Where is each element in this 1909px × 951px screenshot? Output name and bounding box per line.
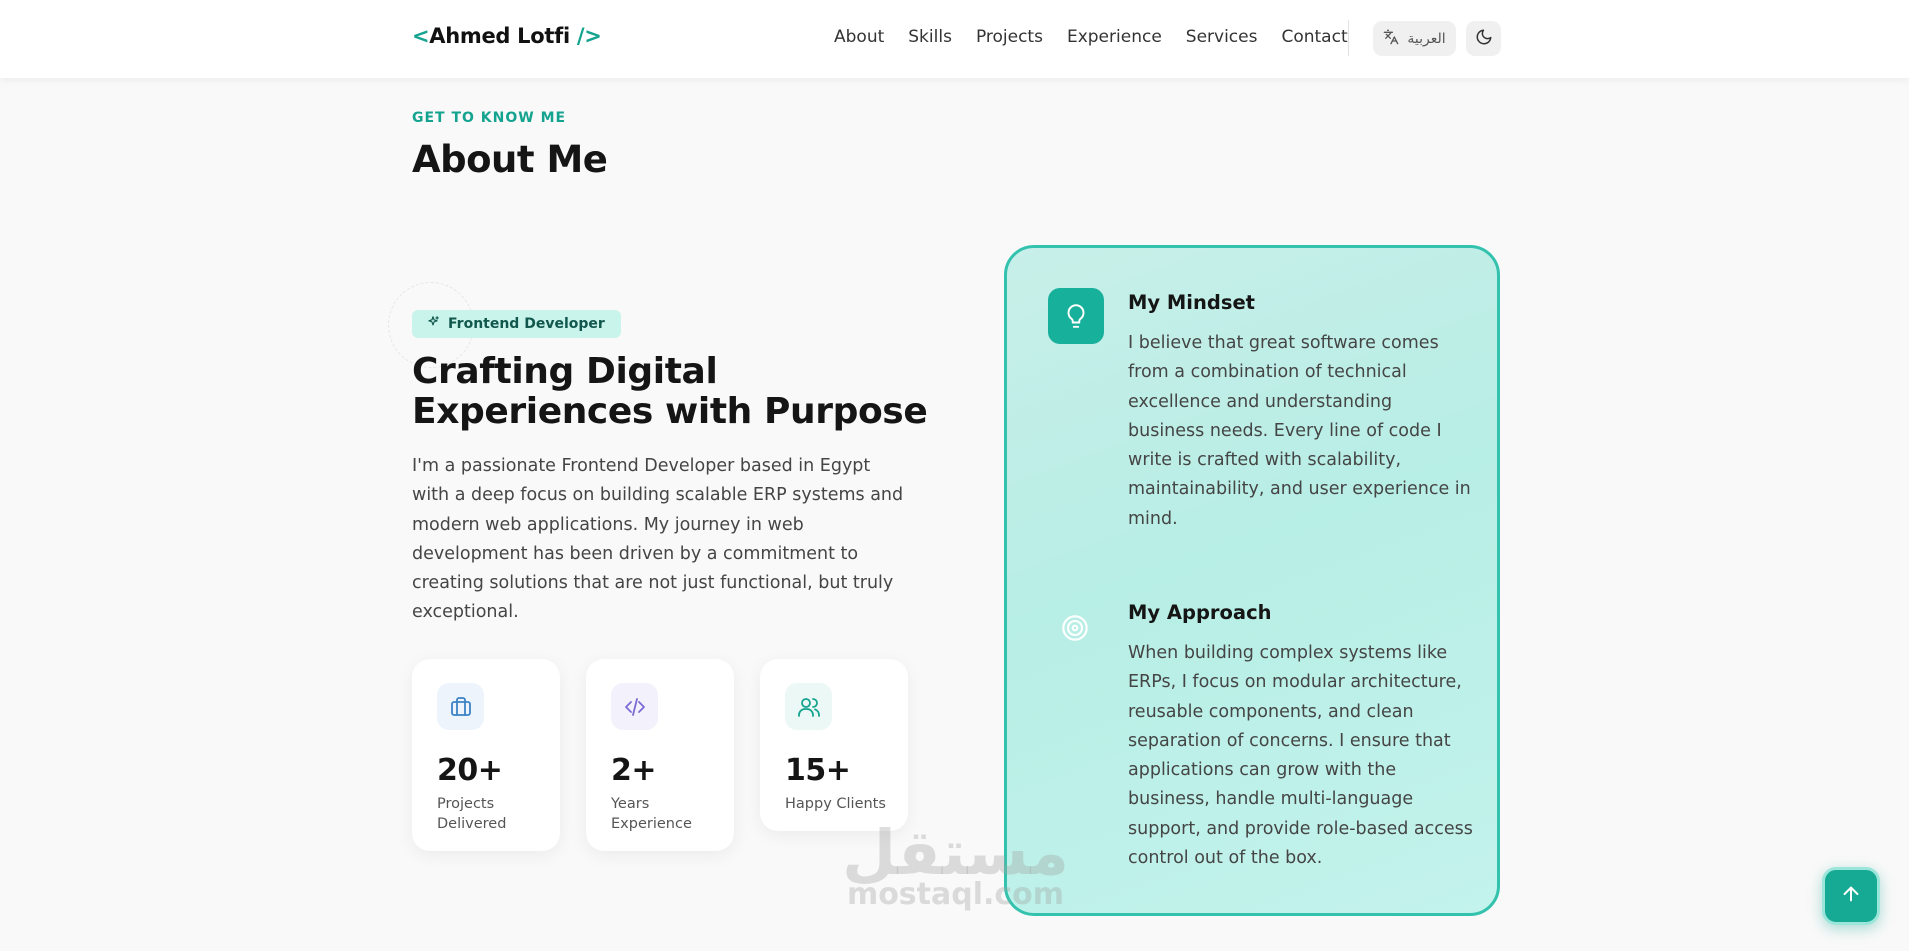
approach-title: My Approach [1128, 601, 1272, 624]
logo-close-bracket: /> [569, 24, 602, 48]
stat-value: 20+ [437, 753, 503, 788]
logo-name: Ahmed Lotfi [429, 24, 570, 48]
hero-headline: Crafting Digital Experiences with Purpos… [412, 351, 928, 432]
lightbulb-icon [1048, 288, 1104, 344]
arrow-up-icon [1840, 883, 1862, 909]
theme-toggle-button[interactable] [1466, 21, 1501, 56]
stat-label: Projects Delivered [437, 796, 507, 832]
section-eyebrow: GET TO KNOW ME [412, 110, 567, 126]
stat-card-experience: 2+ Years Experience [586, 659, 734, 851]
header-divider [1348, 20, 1349, 56]
main-nav: About Skills Projects Experience Service… [834, 27, 1372, 47]
nav-experience[interactable]: Experience [1067, 27, 1162, 47]
stat-value: 2+ [611, 753, 657, 788]
moon-icon [1475, 28, 1493, 50]
nav-projects[interactable]: Projects [976, 27, 1043, 47]
role-badge-label: Frontend Developer [448, 316, 605, 332]
nav-contact[interactable]: Contact [1281, 27, 1347, 47]
watermark: مستقل mostaql.com [838, 820, 1073, 910]
section-title: About Me [412, 138, 608, 181]
nav-skills[interactable]: Skills [908, 27, 952, 47]
scroll-to-top-button[interactable] [1822, 867, 1880, 925]
stat-label: Years Experience [611, 796, 692, 832]
target-icon [1060, 613, 1090, 643]
users-icon [785, 683, 832, 730]
language-label: العربية [1407, 30, 1446, 47]
nav-about[interactable]: About [834, 27, 884, 47]
hero-description: I'm a passionate Frontend Developer base… [412, 456, 904, 623]
site-header: <Ahmed Lotfi /> About Skills Projects Ex… [0, 0, 1909, 78]
mindset-text: I believe that great software comes from… [1128, 333, 1471, 529]
stat-card-projects: 20+ Projects Delivered [412, 659, 560, 851]
sparkles-icon [426, 315, 440, 333]
nav-services[interactable]: Services [1186, 27, 1258, 47]
stat-card-clients: 15+ Happy Clients [760, 659, 908, 831]
approach-text: When building complex systems like ERPs,… [1128, 643, 1473, 869]
role-badge: Frontend Developer [412, 310, 621, 338]
watermark-latin: mostaql.com [846, 877, 1065, 912]
mindset-title: My Mindset [1128, 291, 1255, 314]
stat-label: Happy Clients [785, 796, 886, 812]
stat-value: 15+ [785, 753, 851, 788]
briefcase-icon [437, 683, 484, 730]
logo[interactable]: <Ahmed Lotfi /> [412, 24, 602, 48]
translate-icon [1383, 29, 1399, 49]
logo-open-bracket: < [412, 24, 430, 48]
language-toggle-button[interactable]: العربية [1373, 21, 1456, 56]
code-icon [611, 683, 658, 730]
